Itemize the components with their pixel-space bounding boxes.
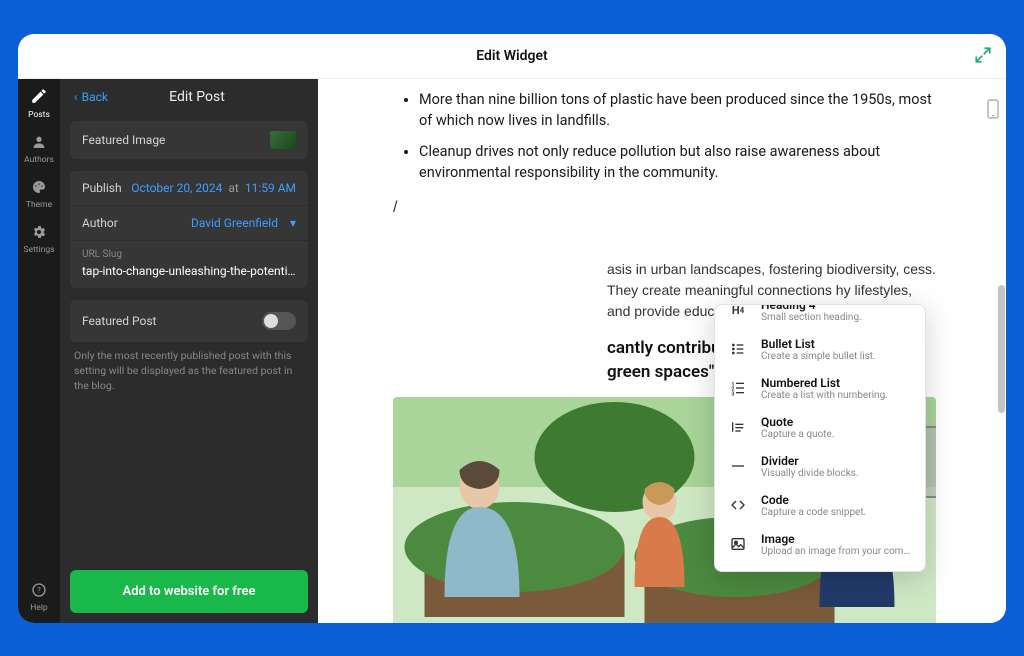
author-label: Author [82, 216, 118, 230]
featured-post-help: Only the most recently published post wi… [60, 348, 318, 394]
publish-at: at [228, 181, 238, 195]
nav-posts[interactable]: Posts [28, 87, 50, 120]
nav-authors[interactable]: Authors [24, 134, 54, 165]
featured-image-thumb [270, 131, 296, 149]
menu-item-quote[interactable]: QuoteCapture a quote. [715, 408, 925, 447]
publish-label: Publish [82, 181, 122, 195]
image-icon [727, 533, 749, 555]
menu-item-bullet-list[interactable]: Bullet ListCreate a simple bullet list. [715, 330, 925, 369]
author-value: David Greenfield [191, 216, 278, 230]
titlebar: Edit Widget [18, 34, 1006, 79]
featured-image-card[interactable]: Featured Image [70, 121, 308, 159]
gear-icon [31, 224, 47, 243]
panel-title: Edit Post [118, 89, 276, 105]
list-item: Cleanup drives not only reduce pollution… [419, 141, 936, 183]
left-iconbar: Posts Authors Theme Settings ? Help [18, 79, 60, 623]
divider-icon [727, 455, 749, 477]
meta-card: Publish October 20, 2024 at 11:59 AM Aut… [70, 171, 308, 288]
menu-item-youtube[interactable]: YouTube [715, 564, 925, 571]
menu-item-divider[interactable]: DividerVisually divide blocks. [715, 447, 925, 486]
app-body: Posts Authors Theme Settings ? Help [18, 79, 1006, 623]
publish-row[interactable]: Publish October 20, 2024 at 11:59 AM [70, 171, 308, 206]
slug-value: tap-into-change-unleashing-the-potentia.… [82, 264, 296, 278]
back-label: Back [82, 90, 108, 104]
chevron-down-icon: ▾ [290, 216, 296, 230]
slug-row[interactable]: URL Slug tap-into-change-unleashing-the-… [70, 241, 308, 288]
content-area: More than nine billion tons of plastic h… [318, 79, 1006, 623]
nav-label: Posts [28, 110, 50, 120]
slash-command-trigger[interactable]: / [393, 193, 936, 217]
palette-icon [31, 179, 47, 198]
nav-theme[interactable]: Theme [26, 179, 52, 210]
side-panel-header: ‹ Back Edit Post [60, 79, 318, 115]
nav-label: Theme [26, 200, 52, 210]
h4-icon: H4 [727, 305, 749, 322]
publish-time: 11:59 AM [245, 181, 296, 195]
featured-post-label: Featured Post [82, 314, 156, 328]
menu-item-image[interactable]: ImageUpload an image from your computer. [715, 525, 925, 564]
publish-date: October 20, 2024 [131, 181, 222, 195]
menu-item-code[interactable]: CodeCapture a code snippet. [715, 486, 925, 525]
quote-icon [727, 416, 749, 438]
code-icon [727, 494, 749, 516]
page-title: Edit Widget [476, 48, 547, 64]
app-window: Edit Widget Posts Authors Theme Settings [18, 34, 1006, 623]
block-insert-menu[interactable]: H4 Heading 4Small section heading. Bulle… [714, 304, 926, 572]
slug-label: URL Slug [82, 249, 296, 260]
bullet-list: More than nine billion tons of plastic h… [393, 89, 936, 183]
side-panel: ‹ Back Edit Post Featured Image Publish … [60, 79, 318, 623]
user-icon [31, 134, 47, 153]
featured-image-label: Featured Image [82, 133, 165, 147]
menu-item-numbered-list[interactable]: 123 Numbered ListCreate a list with numb… [715, 369, 925, 408]
bullet-list-icon [727, 338, 749, 360]
help-icon: ? [31, 582, 47, 601]
list-item: More than nine billion tons of plastic h… [419, 89, 936, 131]
nav-help[interactable]: ? Help [30, 582, 47, 613]
nav-settings[interactable]: Settings [23, 224, 54, 255]
nav-label: Help [30, 603, 47, 613]
author-row[interactable]: Author David Greenfield ▾ [70, 206, 308, 241]
svg-text:3: 3 [731, 391, 734, 396]
nav-label: Settings [23, 245, 54, 255]
add-to-website-button[interactable]: Add to website for free [70, 570, 308, 613]
chevron-left-icon: ‹ [74, 90, 78, 104]
expand-icon[interactable] [974, 46, 992, 68]
menu-item-heading4[interactable]: H4 Heading 4Small section heading. [715, 305, 925, 330]
svg-text:?: ? [37, 585, 41, 594]
featured-post-toggle[interactable] [262, 312, 296, 330]
back-button[interactable]: ‹ Back [74, 90, 108, 104]
numbered-list-icon: 123 [727, 377, 749, 399]
pencil-icon [30, 87, 48, 108]
nav-label: Authors [24, 155, 54, 165]
featured-post-row: Featured Post [70, 300, 308, 342]
